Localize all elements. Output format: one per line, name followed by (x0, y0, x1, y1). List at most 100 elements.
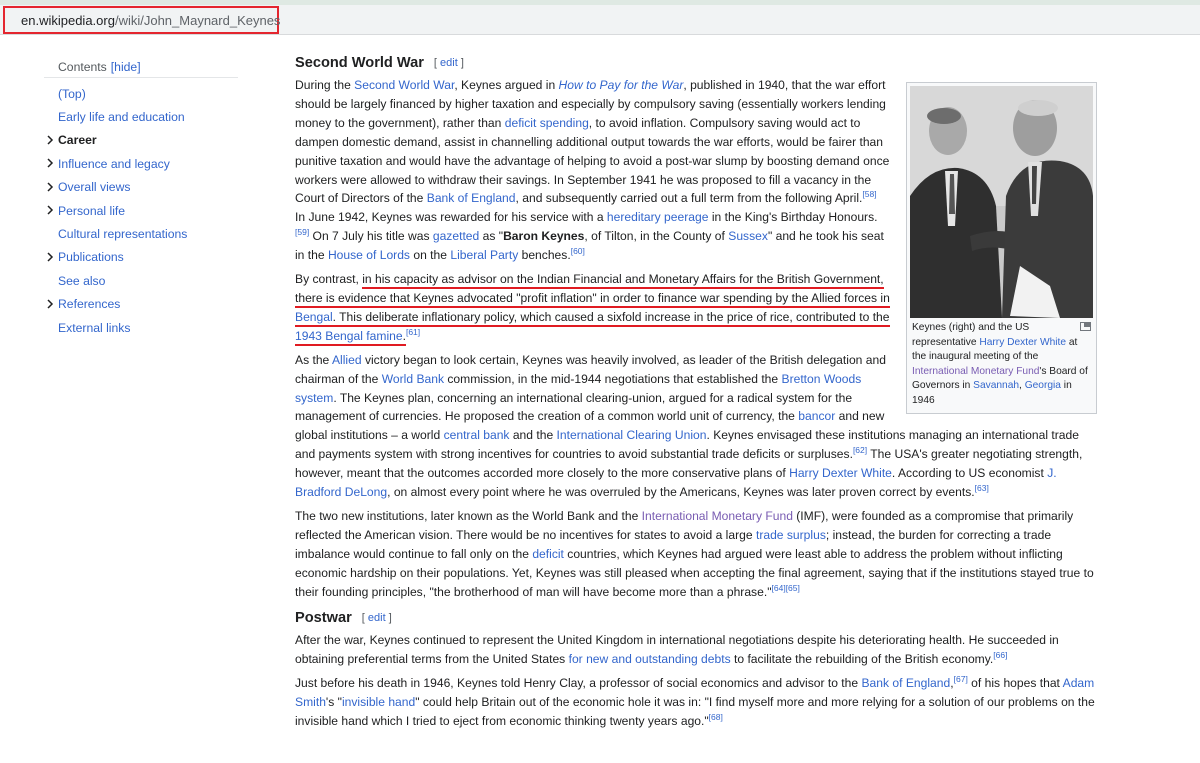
link[interactable]: World Bank (382, 372, 444, 386)
toc-item[interactable]: See also (44, 269, 254, 292)
keynes-white-photo[interactable] (910, 86, 1093, 318)
citation[interactable]: [64] (772, 583, 786, 593)
citation[interactable]: [67] (954, 674, 968, 684)
toc-item[interactable]: Publications (44, 246, 254, 269)
text: On 7 July his title was (309, 229, 433, 244)
caption-link[interactable]: International Monetary Fund (912, 366, 1039, 377)
toc-item[interactable]: Early life and education (44, 105, 254, 128)
text: " could help Britain out of the economic… (295, 694, 1095, 728)
link[interactable]: deficit spending (505, 116, 589, 130)
citation[interactable]: [61] (406, 327, 420, 337)
chevron-right-icon[interactable] (45, 298, 55, 310)
edit-link[interactable]: edit (440, 57, 458, 69)
underlined-text: . This deliberate inflationary policy, w… (332, 309, 890, 327)
toc-list: (Top) Early life and education Career Influ… (44, 82, 254, 339)
citation[interactable]: [58] (862, 189, 876, 199)
citation[interactable]: [60] (571, 246, 585, 256)
text: As the (295, 352, 332, 367)
text: , and subsequently carried out a full te… (515, 191, 863, 206)
link[interactable]: International Clearing Union (557, 428, 707, 442)
citation[interactable]: [65] (786, 583, 800, 593)
chevron-right-icon[interactable] (45, 134, 55, 146)
figure-thumbnail: Keynes (right) and the US representative… (906, 82, 1097, 414)
toc-item-label: References (58, 297, 121, 312)
enlarge-icon[interactable] (1080, 322, 1091, 331)
link[interactable]: deficit (532, 547, 564, 561)
url-path: /wiki/John_Maynard_Keynes (114, 12, 281, 28)
toc-item-label: Personal life (58, 203, 126, 218)
link[interactable]: for new and outstanding debts (569, 652, 731, 666)
text: . The Keynes plan, concerning an interna… (295, 390, 853, 424)
citation[interactable]: [66] (993, 650, 1007, 660)
browser-address-bar: en.wikipedia.org/wiki/John_Maynard_Keyne… (0, 5, 1200, 35)
text: , on almost every point where he was ove… (387, 485, 975, 500)
url-field[interactable]: en.wikipedia.org/wiki/John_Maynard_Keyne… (3, 6, 281, 34)
link[interactable]: Sussex (728, 229, 768, 243)
link[interactable]: Liberal Party (450, 248, 518, 262)
text: in the King's Birthday Honours. (708, 210, 878, 225)
text: During the (295, 78, 355, 92)
link[interactable]: Bank of England (861, 676, 950, 690)
paragraph: The two new institutions, later known as… (295, 507, 1100, 602)
chevron-right-icon[interactable] (45, 157, 55, 169)
link[interactable]: bancor (798, 409, 835, 423)
link[interactable]: How to Pay for the War (559, 78, 684, 92)
toc-item-label: Overall views (58, 180, 131, 195)
link[interactable]: Second World War (354, 78, 454, 92)
toc-item-label: Publications (58, 250, 124, 265)
text: In June 1942, Keynes was rewarded for hi… (295, 210, 607, 225)
section-edit: [ edit ] (361, 611, 392, 624)
chevron-right-icon[interactable] (45, 181, 55, 193)
caption-link[interactable]: Harry Dexter White (979, 337, 1066, 348)
section-title: Postwar (295, 609, 352, 626)
section-edit: [ edit ] (433, 56, 464, 69)
link[interactable]: Bengal (295, 309, 333, 327)
toc-item-label: Early life and education (58, 110, 185, 125)
toc-item[interactable]: Career (44, 129, 254, 152)
link[interactable]: trade surplus (756, 528, 826, 542)
link[interactable]: invisible hand (342, 695, 415, 709)
text: 's " (325, 694, 342, 709)
toc-item-label: Influence and legacy (58, 156, 170, 171)
toc-item[interactable]: Influence and legacy (44, 152, 254, 175)
citation[interactable]: [63] (975, 483, 989, 493)
caption-link[interactable]: Savannah (973, 380, 1019, 391)
link[interactable]: Harry Dexter White (789, 466, 892, 480)
link[interactable]: International Monetary Fund (642, 509, 793, 523)
link[interactable]: gazetted (433, 229, 479, 243)
toc-item[interactable]: Personal life (44, 199, 254, 222)
link[interactable]: Allied (332, 353, 362, 367)
edit-link[interactable]: edit (368, 612, 386, 624)
section-heading: Postwar [ edit ] (295, 605, 1100, 631)
caption-link[interactable]: Georgia (1025, 380, 1061, 391)
link[interactable]: Bank of England (427, 191, 516, 205)
text: . According to US economist (891, 466, 1048, 481)
figure-caption: Keynes (right) and the US representative… (910, 318, 1093, 410)
toc-item-label: (Top) (58, 86, 86, 101)
link[interactable]: 1943 Bengal famine (295, 328, 403, 346)
article-content: Second World War [ edit ] Keynes (right)… (295, 50, 1100, 736)
citation[interactable]: [62] (853, 445, 867, 455)
chevron-right-icon[interactable] (45, 204, 55, 216)
paragraph: After the war, Keynes continued to repre… (295, 631, 1100, 669)
table-of-contents: Contents [hide] (Top) Early life and educ… (44, 56, 254, 339)
toc-item[interactable]: Overall views (44, 176, 254, 199)
text: as " (479, 229, 504, 244)
section-second-world-war: Second World War [ edit ] Keynes (right)… (295, 50, 1100, 605)
text: benches. (518, 248, 571, 263)
section-postwar: Postwar [ edit ] After the war, Keynes c… (295, 605, 1100, 731)
citation[interactable]: [59] (295, 227, 309, 237)
toc-item[interactable]: Cultural representations (44, 222, 254, 245)
toc-item[interactable]: References (44, 293, 254, 316)
toc-item[interactable]: External links (44, 316, 254, 339)
citation[interactable]: [68] (709, 712, 723, 722)
toc-item[interactable]: (Top) (44, 82, 254, 105)
chevron-right-icon[interactable] (45, 251, 55, 263)
link[interactable]: central bank (444, 428, 510, 442)
text: and the (509, 428, 557, 443)
toc-hide-toggle[interactable]: [hide] (111, 60, 141, 74)
link[interactable]: hereditary peerage (607, 210, 709, 224)
photo-illustration (910, 86, 1093, 318)
link[interactable]: House of Lords (328, 248, 410, 262)
text: By contrast, (295, 272, 363, 287)
